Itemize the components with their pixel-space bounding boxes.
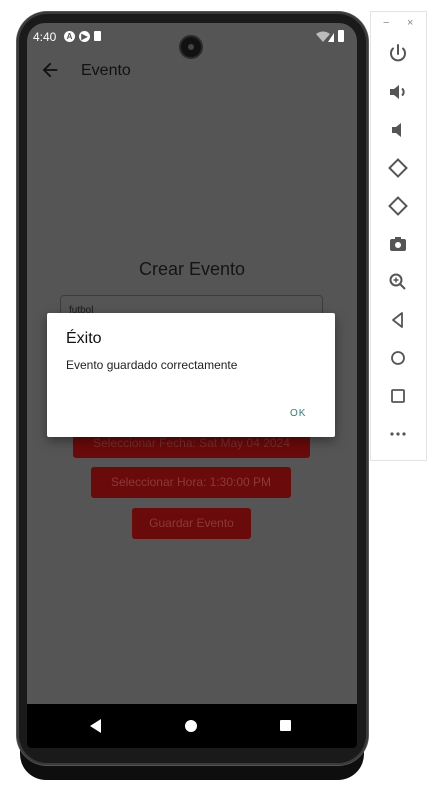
volume-down-icon[interactable] [386, 118, 410, 142]
dialog-ok-button[interactable]: OK [290, 408, 306, 419]
home-icon[interactable] [386, 346, 410, 370]
wifi-signal-icon [316, 31, 334, 42]
save-event-button[interactable]: Guardar Evento [132, 508, 251, 539]
page-title: Crear Evento [138, 259, 246, 279]
nav-home-icon[interactable] [185, 720, 197, 732]
overview-icon[interactable] [386, 384, 410, 408]
app-bar-title: Evento [81, 62, 131, 79]
device-screen: 4:40 A ▶ Evento Crear Evento futbol Sele… [27, 23, 357, 748]
notification-a-icon: A [64, 31, 75, 42]
select-time-button[interactable]: Seleccionar Hora: 1:30:00 PM [91, 467, 291, 498]
battery-icon [338, 30, 344, 42]
camera-icon[interactable] [386, 232, 410, 256]
power-icon[interactable] [386, 42, 410, 66]
volume-up-icon[interactable] [386, 80, 410, 104]
dialog-message: Evento guardado correctamente [66, 358, 238, 372]
notification-play-icon: ▶ [79, 31, 90, 42]
app-bar: Evento [27, 51, 357, 93]
status-time: 4:40 [33, 30, 57, 44]
nav-back-icon[interactable] [90, 719, 101, 733]
sim-card-icon [94, 31, 101, 41]
navigation-bar [27, 704, 357, 748]
dialog-title: Éxito [66, 330, 102, 347]
back-arrow-icon[interactable] [39, 59, 61, 81]
rotate-left-icon[interactable] [386, 156, 410, 180]
close-button[interactable]: × [407, 17, 413, 29]
rotate-right-icon[interactable] [386, 194, 410, 218]
nav-recents-icon[interactable] [280, 720, 291, 731]
emulator-toolbar: − × [371, 12, 426, 460]
more-icon[interactable] [386, 422, 410, 446]
back-icon[interactable] [386, 308, 410, 332]
zoom-icon[interactable] [386, 270, 410, 294]
success-dialog: Éxito Evento guardado correctamente OK [47, 313, 335, 437]
minimize-button[interactable]: − [383, 17, 389, 29]
